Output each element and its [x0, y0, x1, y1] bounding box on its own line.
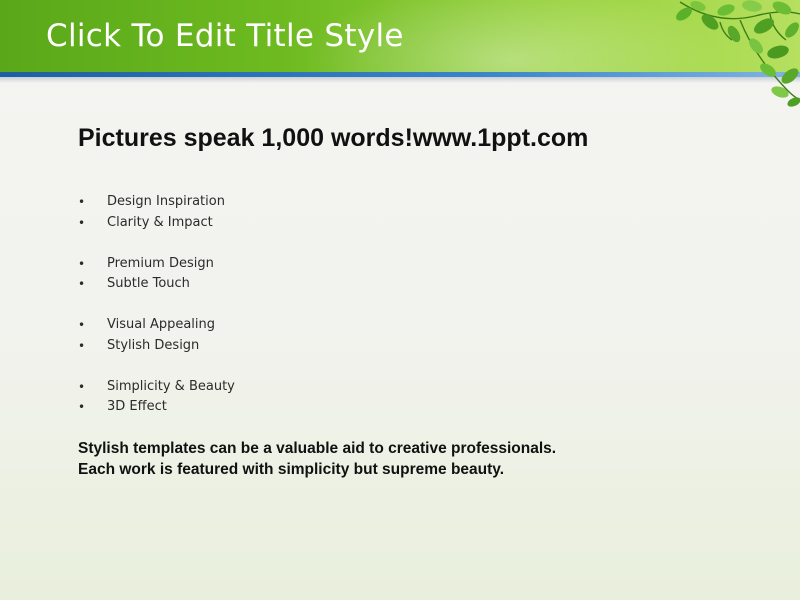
bullet-text: Stylish Design — [107, 337, 200, 353]
footer-line: Stylish templates can be a valuable aid … — [78, 440, 557, 457]
bullet-item[interactable]: • Visual Appealing — [78, 315, 235, 336]
bullet-dot: • — [78, 318, 86, 332]
bullet-item[interactable]: • Premium Design — [78, 254, 235, 275]
bullet-text: Subtle Touch — [107, 276, 190, 291]
bullet-text: Design Inspiration — [107, 194, 225, 209]
footer-line: Each work is featured with simplicity bu… — [78, 461, 505, 478]
bullet-text: Premium Design — [107, 255, 214, 271]
bullet-item[interactable]: • Clarity & Impact — [78, 213, 235, 234]
bullet-dot: • — [78, 256, 86, 271]
bullet-dot: • — [78, 277, 86, 291]
bullet-item[interactable]: • Stylish Design — [78, 336, 235, 357]
slide-title[interactable]: Click To Edit Title Style — [46, 18, 404, 54]
bullet-item[interactable]: • 3D Effect — [78, 397, 235, 418]
slide: Click To Edit Title Style Pictures speak… — [0, 0, 800, 600]
bullet-list: • Design Inspiration • Clarity & Impact … — [78, 192, 235, 418]
bullet-text: Simplicity & Beauty — [107, 378, 235, 394]
bullet-dot: • — [78, 400, 86, 414]
bullet-dot: • — [78, 379, 86, 394]
footer-text[interactable]: Stylish templates can be a valuable aid … — [78, 438, 556, 480]
slide-heading[interactable]: Pictures speak 1,000 words!www.1ppt.com — [78, 124, 588, 153]
bullet-text: Visual Appealing — [107, 317, 216, 332]
bullet-dot: • — [78, 215, 86, 230]
leaves-icon — [676, 0, 800, 107]
bullet-text: 3D Effect — [107, 399, 167, 414]
bullet-dot: • — [78, 195, 86, 209]
bullet-item[interactable]: • Simplicity & Beauty — [78, 377, 235, 398]
bullet-dot: • — [78, 338, 86, 353]
bullet-item[interactable]: • Design Inspiration — [78, 192, 235, 213]
bullet-item[interactable]: • Subtle Touch — [78, 274, 235, 295]
bullet-text: Clarity & Impact — [107, 214, 213, 230]
